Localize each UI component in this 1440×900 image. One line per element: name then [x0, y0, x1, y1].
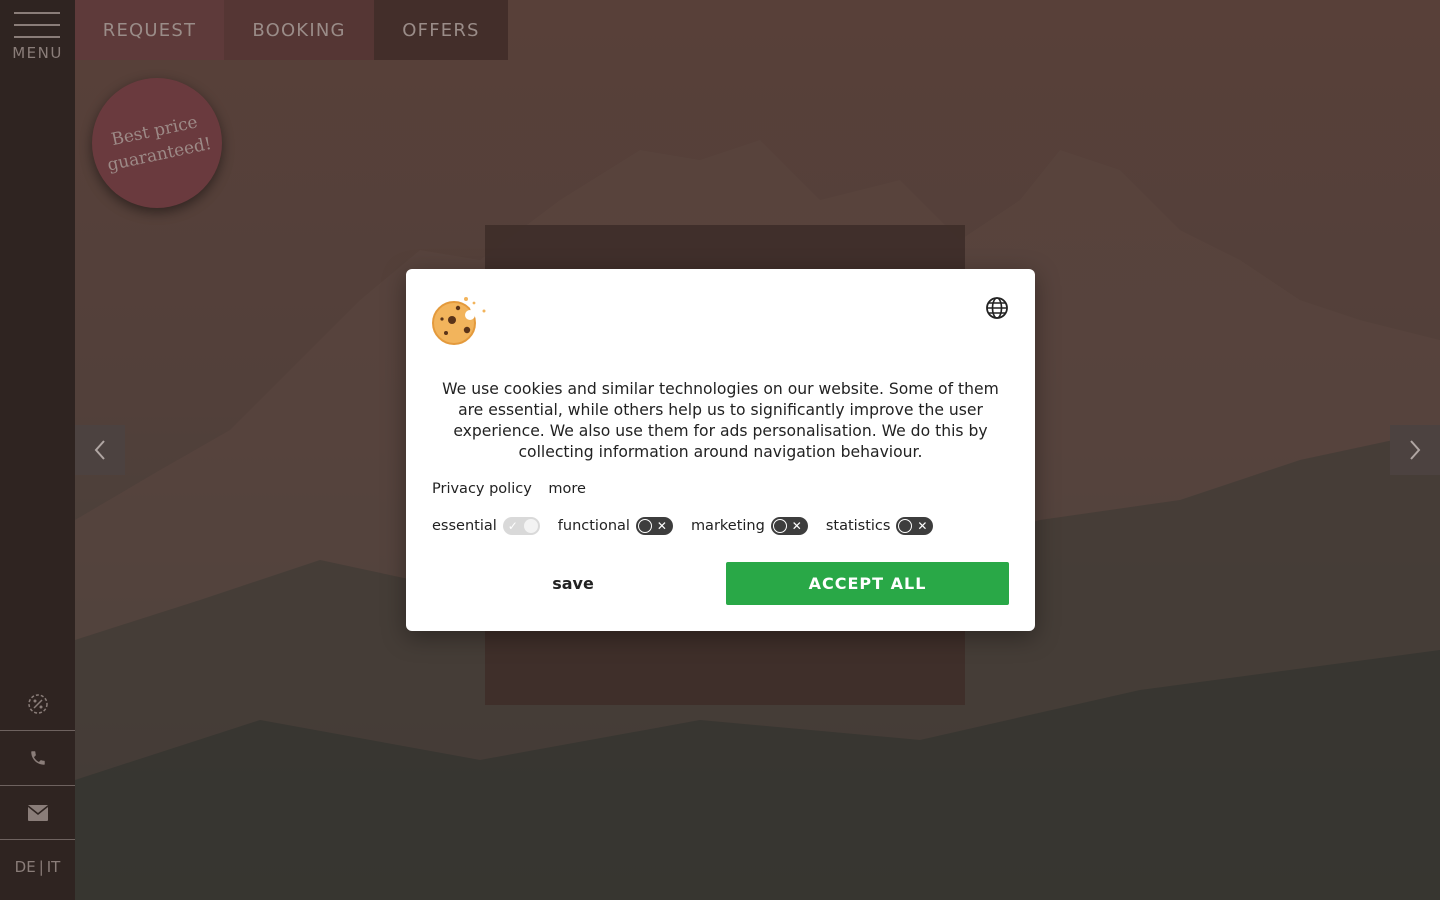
privacy-policy-link[interactable]: Privacy policy: [432, 481, 532, 497]
switch-knob: [637, 519, 652, 533]
chevron-left-icon: [94, 440, 105, 460]
sidebar-divider: [0, 730, 75, 731]
check-icon: ✓: [507, 519, 518, 533]
globe-icon[interactable]: [984, 295, 1010, 321]
close-icon: ✕: [791, 519, 802, 533]
best-price-badge[interactable]: Best price guaranteed!: [92, 78, 222, 208]
toggle-marketing: marketing ✕: [691, 517, 808, 535]
toggle-statistics-label: statistics: [825, 518, 891, 534]
slider-prev-button[interactable]: [75, 425, 125, 475]
menu-label: MENU: [12, 44, 63, 62]
toggle-essential: essential ✓: [432, 517, 540, 535]
hamburger-icon-bar: [14, 36, 60, 38]
chevron-right-icon: [1410, 440, 1421, 460]
sidebar-divider: [0, 785, 75, 786]
switch-knob: [523, 519, 538, 533]
slider-next-button[interactable]: [1390, 425, 1440, 475]
essential-switch: ✓: [502, 517, 540, 535]
toggle-functional: functional ✕: [558, 517, 673, 535]
tab-booking[interactable]: BOOKING: [224, 0, 374, 60]
offers-percent-icon[interactable]: [0, 688, 75, 720]
switch-knob: [772, 519, 787, 533]
sidebar: MENU DE | IT: [0, 0, 75, 900]
badge-text: Best price guaranteed!: [93, 107, 220, 179]
marketing-switch[interactable]: ✕: [770, 517, 808, 535]
hamburger-icon: [14, 12, 60, 14]
lang-de-link[interactable]: DE: [15, 858, 36, 876]
close-icon: ✕: [917, 519, 928, 533]
cookie-consent-dialog: We use cookies and similar technologies …: [406, 269, 1035, 631]
tab-request[interactable]: REQUEST: [75, 0, 224, 60]
functional-switch[interactable]: ✕: [635, 517, 673, 535]
phone-icon[interactable]: [0, 742, 75, 774]
top-nav: REQUEST BOOKING OFFERS: [75, 0, 508, 60]
menu-button[interactable]: MENU: [0, 0, 75, 68]
hamburger-icon-bar: [14, 24, 60, 26]
close-icon: ✕: [656, 519, 667, 533]
cookie-links: Privacy policy more: [432, 481, 598, 497]
cookie-toggles: essential ✓ functional ✕ marketing ✕ sta…: [432, 517, 951, 535]
lang-separator: |: [38, 858, 44, 876]
toggle-functional-label: functional: [557, 518, 630, 534]
accept-all-button[interactable]: ACCEPT ALL: [726, 562, 1009, 605]
sidebar-divider: [0, 839, 75, 840]
language-switcher: DE | IT: [0, 858, 75, 876]
statistics-switch[interactable]: ✕: [896, 517, 934, 535]
save-button[interactable]: save: [432, 562, 714, 605]
tab-offers[interactable]: OFFERS: [374, 0, 508, 60]
switch-knob: [898, 519, 913, 533]
lang-it-link[interactable]: IT: [47, 858, 61, 876]
toggle-essential-label: essential: [432, 518, 497, 534]
toggle-marketing-label: marketing: [690, 518, 765, 534]
mail-icon[interactable]: [0, 797, 75, 829]
more-link[interactable]: more: [548, 481, 586, 497]
toggle-statistics: statistics ✕: [826, 517, 934, 535]
cookie-description: We use cookies and similar technologies …: [442, 380, 999, 461]
cookie-icon: [432, 297, 486, 345]
